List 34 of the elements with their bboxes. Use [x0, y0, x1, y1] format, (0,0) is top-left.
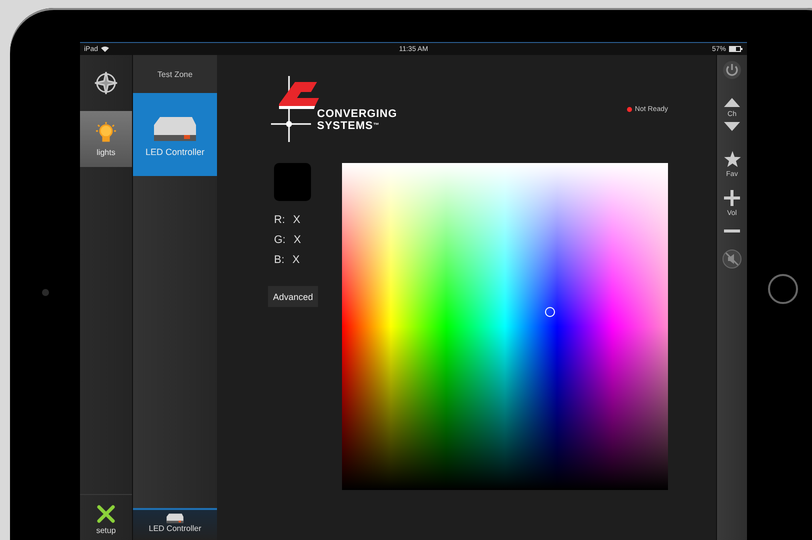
channel-label: G: [274, 234, 286, 246]
light-bulb-icon [95, 121, 117, 145]
picker-cursor[interactable] [545, 307, 555, 317]
channel-value: X [292, 254, 300, 266]
channel-value: X [294, 234, 301, 246]
camera-lens [42, 289, 48, 296]
channel-label: B: [274, 254, 284, 266]
battery-icon [729, 46, 743, 52]
color-swatch [274, 163, 311, 201]
logo-text: CONVERGING [317, 108, 398, 120]
nav-item[interactable]: lights [80, 111, 132, 167]
nav-label: setup [96, 526, 116, 535]
up-triangle-icon[interactable] [724, 98, 740, 107]
mute-icon[interactable] [722, 249, 742, 269]
advanced-button[interactable]: Advanced [268, 286, 318, 307]
power-icon[interactable] [722, 60, 742, 80]
home-button[interactable] [768, 274, 798, 304]
wifi-icon [101, 46, 110, 52]
device-item[interactable]: LED Controller [133, 93, 217, 176]
nav-label: lights [96, 148, 116, 157]
color-picker[interactable] [342, 163, 668, 490]
plus-icon[interactable] [724, 190, 740, 206]
down-triangle-icon[interactable] [724, 122, 740, 131]
zone-title: Test Zone [133, 55, 217, 93]
minus-icon[interactable] [724, 229, 740, 233]
channel-label: R: [274, 214, 285, 226]
compass-icon [93, 70, 119, 96]
device-label: LED Controller [145, 146, 205, 156]
controller-box-icon [164, 512, 186, 524]
channel-value: X [293, 214, 300, 226]
setup-tab[interactable]: setup [80, 494, 132, 540]
star-icon[interactable] [724, 151, 740, 167]
device-label: LED Controller [148, 524, 202, 533]
device-footer-item[interactable]: LED Controller [133, 508, 217, 540]
